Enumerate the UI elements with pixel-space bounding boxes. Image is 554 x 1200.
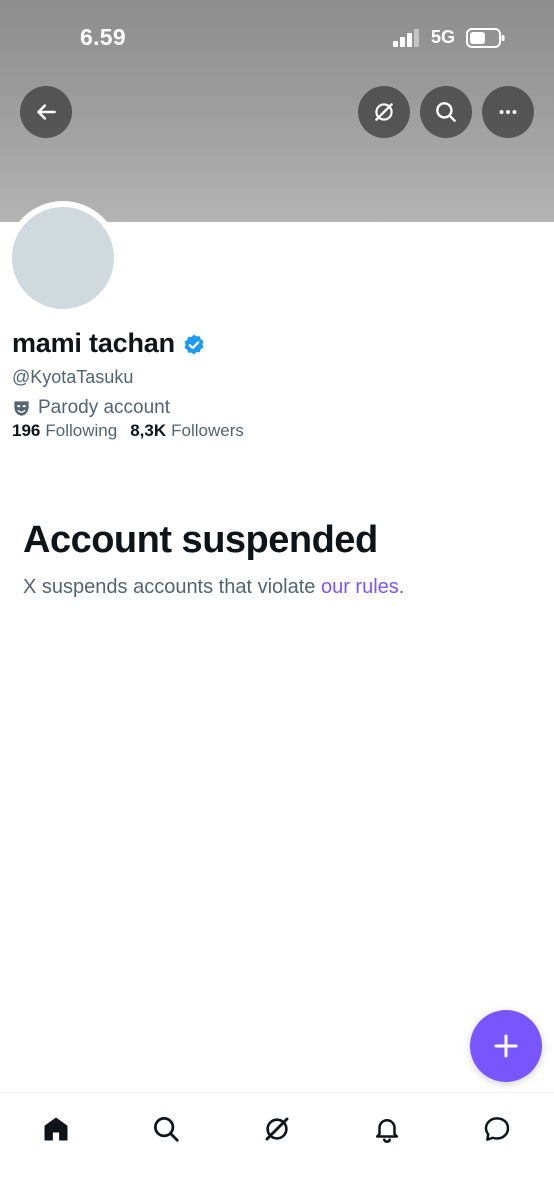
battery-icon	[466, 28, 505, 48]
suspended-message: X suspends accounts that violate our rul…	[23, 576, 404, 599]
network-label: 5G	[431, 27, 456, 47]
profile-handle: @KyotaTasuku	[12, 367, 134, 387]
search-button[interactable]	[420, 86, 472, 138]
status-time: 6.59	[80, 24, 126, 50]
more-horizontal-icon	[499, 110, 517, 114]
nav-messages[interactable]	[477, 1109, 517, 1149]
home-icon	[44, 1117, 68, 1141]
more-button[interactable]	[482, 86, 534, 138]
search-icon	[436, 102, 456, 122]
following-count: 196	[12, 421, 41, 440]
bell-icon	[376, 1119, 398, 1143]
display-name-row: mami tachan	[12, 328, 206, 359]
follow-stats: 196 Following 8,3K Followers	[12, 421, 257, 441]
parody-label: Parody account	[38, 397, 171, 418]
nav-grok[interactable]	[257, 1109, 297, 1149]
parody-label-row: Parody account	[12, 397, 170, 419]
grok-button[interactable]	[358, 86, 410, 138]
followers-stat[interactable]: 8,3K Followers	[130, 421, 244, 441]
grok-icon	[375, 103, 393, 121]
signal-icon	[393, 29, 419, 47]
nav-search[interactable]	[146, 1109, 186, 1149]
grok-icon	[265, 1117, 289, 1141]
profile-page: 6.59 5G mami tachan @KyotaTasuku Parody …	[0, 0, 554, 1200]
nav-notifications[interactable]	[367, 1109, 407, 1149]
bottom-navigation	[0, 1092, 554, 1200]
followers-count: 8,3K	[130, 421, 167, 440]
following-stat[interactable]: 196 Following	[12, 421, 117, 441]
theater-mask-icon	[14, 400, 29, 416]
following-label: Following	[45, 421, 118, 440]
suspended-text: X suspends accounts that violate	[23, 576, 321, 598]
rules-link[interactable]: our rules	[321, 576, 399, 598]
back-button[interactable]	[20, 86, 72, 138]
status-bar: 6.59 5G	[0, 0, 554, 70]
plus-icon	[494, 1034, 518, 1058]
nav-home[interactable]	[36, 1109, 76, 1149]
chat-icon	[484, 1117, 510, 1141]
avatar[interactable]	[12, 207, 114, 309]
followers-label: Followers	[171, 421, 244, 440]
verified-badge-icon[interactable]	[182, 333, 206, 357]
compose-button[interactable]	[470, 1010, 542, 1082]
search-icon	[154, 1117, 179, 1142]
display-name: mami tachan	[12, 328, 175, 358]
arrow-left-icon	[37, 104, 56, 120]
suspended-title: Account suspended	[23, 519, 378, 561]
suspended-text-end: .	[398, 576, 405, 598]
